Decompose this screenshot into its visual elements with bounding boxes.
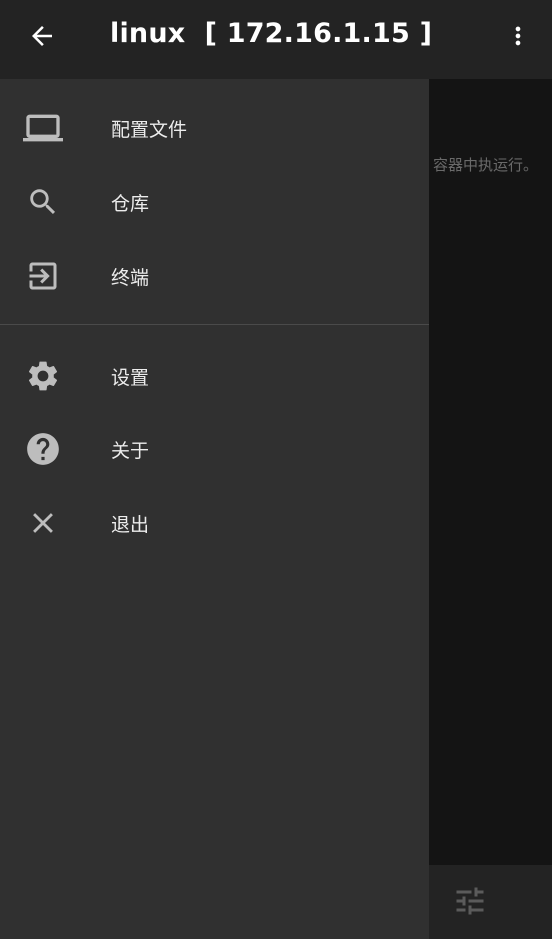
drawer-item-label: 终端 [111, 266, 150, 289]
close-icon [22, 502, 64, 544]
drawer-divider [0, 324, 429, 325]
gear-icon [22, 355, 64, 397]
app-root: linux [ 172.16.1.15 ] 容器中执运行。 配置文件 仓库 终端… [0, 0, 552, 939]
drawer-item-exit[interactable]: 退出 [0, 493, 429, 553]
partial-text: 容器中执运行。 [433, 156, 539, 174]
drawer-item-settings[interactable]: 设置 [0, 346, 429, 406]
search-icon [22, 181, 64, 223]
drawer-item-about[interactable]: 关于 [0, 419, 429, 479]
more-options-button[interactable] [504, 16, 532, 56]
arrow-back-icon [32, 26, 52, 46]
more-vert-icon [515, 26, 521, 46]
back-button[interactable] [20, 16, 64, 56]
navigation-drawer: 配置文件 仓库 终端 设置 关于 退出 [0, 79, 429, 939]
help-circle-icon [22, 428, 64, 470]
drawer-item-terminal[interactable]: 终端 [0, 246, 429, 306]
drawer-item-label: 仓库 [111, 192, 150, 215]
laptop-icon [22, 107, 64, 149]
drawer-item-profiles[interactable]: 配置文件 [0, 98, 429, 158]
page-title: linux [ 172.16.1.15 ] [110, 18, 433, 49]
drawer-item-label: 配置文件 [111, 118, 188, 141]
drawer-item-label: 退出 [111, 513, 150, 536]
exit-to-app-icon [22, 255, 64, 297]
drawer-item-label: 关于 [111, 439, 150, 462]
tune-icon [456, 887, 484, 915]
drawer-item-label: 设置 [111, 366, 150, 389]
top-app-bar: linux [ 172.16.1.15 ] [0, 0, 552, 79]
drawer-item-repository[interactable]: 仓库 [0, 172, 429, 232]
tune-button[interactable] [452, 883, 488, 919]
